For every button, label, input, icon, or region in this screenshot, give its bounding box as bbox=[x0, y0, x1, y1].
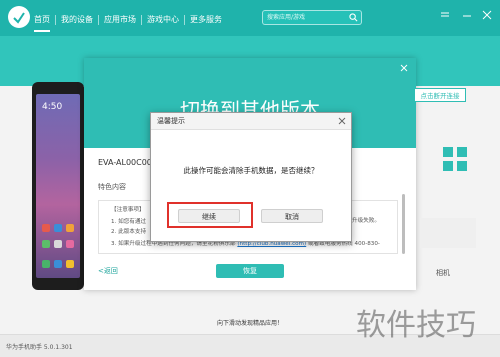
nav-item-my-devices[interactable]: 我的设备 bbox=[61, 13, 93, 27]
right-item-label[interactable]: 相机 bbox=[436, 268, 450, 278]
search-box[interactable] bbox=[262, 10, 362, 25]
app-icon bbox=[42, 240, 50, 248]
main-nav: 首页 我的设备 应用市场 游戏中心 更多服务 bbox=[34, 13, 222, 27]
nav-divider bbox=[141, 15, 142, 25]
model-version: EVA-AL00C00B bbox=[98, 158, 158, 167]
dialog-titlebar: 温馨提示 bbox=[151, 113, 351, 130]
close-icon[interactable] bbox=[400, 64, 408, 72]
app-icon bbox=[66, 240, 74, 248]
dialog-title: 温馨提示 bbox=[157, 117, 185, 125]
back-link[interactable]: <返回 bbox=[98, 266, 118, 276]
nav-divider bbox=[55, 15, 56, 25]
search-input[interactable] bbox=[267, 11, 347, 24]
close-icon[interactable] bbox=[482, 10, 492, 20]
search-icon[interactable] bbox=[349, 13, 358, 22]
phone-time: 4:50 bbox=[42, 102, 63, 112]
note-line-2: 2. 此版本支持 bbox=[111, 229, 147, 235]
nav-divider bbox=[98, 15, 99, 25]
nav-item-app-market[interactable]: 应用市场 bbox=[104, 13, 136, 27]
cancel-button[interactable]: 取消 bbox=[261, 209, 323, 223]
nav-active-indicator bbox=[34, 30, 50, 32]
phone-image: 4:50 bbox=[32, 82, 84, 290]
notes-heading: 【注意事项】 bbox=[111, 207, 145, 213]
app-icon bbox=[66, 260, 74, 268]
version-label: 华为手机助手 5.0.1.301 bbox=[6, 344, 73, 351]
feature-heading: 特色内容 bbox=[98, 183, 126, 191]
dialog-message: 此操作可能会清除手机数据，是否继续？ bbox=[183, 166, 319, 175]
note-line-1: 1. 如您有通过 bbox=[111, 219, 147, 225]
watermark: 软件技巧 bbox=[356, 308, 476, 343]
disconnect-button[interactable]: 点击断开连接 bbox=[414, 88, 466, 102]
close-icon[interactable] bbox=[338, 117, 346, 125]
nav-item-more-services[interactable]: 更多服务 bbox=[190, 13, 222, 27]
right-card bbox=[420, 218, 476, 248]
app-icon bbox=[54, 240, 62, 248]
app-icon bbox=[54, 224, 62, 232]
grid-icon bbox=[443, 147, 467, 171]
nav-divider bbox=[184, 15, 185, 25]
minimize-icon[interactable] bbox=[462, 10, 472, 20]
phone-screen: 4:50 bbox=[36, 94, 80, 278]
app-icon bbox=[42, 260, 50, 268]
menu-icon[interactable] bbox=[440, 10, 450, 20]
restore-button[interactable]: 恢复 bbox=[216, 264, 284, 278]
app-icon bbox=[66, 224, 74, 232]
app-icon bbox=[42, 224, 50, 232]
app-logo bbox=[8, 6, 30, 28]
nav-item-home[interactable]: 首页 bbox=[34, 13, 50, 27]
nav-item-game-center[interactable]: 游戏中心 bbox=[147, 13, 179, 27]
side-note: 升级失败。 bbox=[352, 218, 380, 224]
scrollbar[interactable] bbox=[402, 194, 405, 254]
highlight-box bbox=[167, 202, 253, 228]
top-bar: 首页 我的设备 应用市场 游戏中心 更多服务 bbox=[0, 0, 500, 36]
app-icon bbox=[54, 260, 62, 268]
